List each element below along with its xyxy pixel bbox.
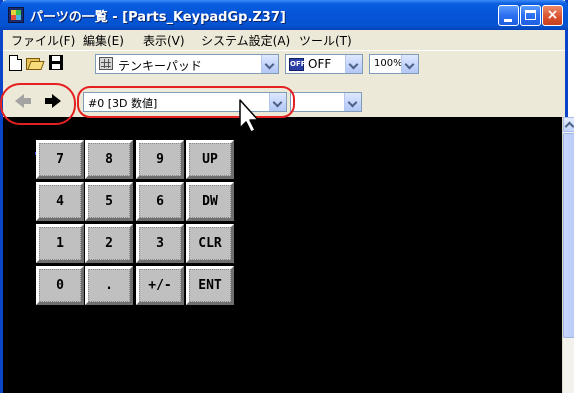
- menu-file[interactable]: ファイル(F): [11, 32, 75, 49]
- minimize-button[interactable]: [498, 5, 519, 26]
- scroll-thumb[interactable]: [563, 133, 574, 338]
- zoom-value: 100%: [374, 58, 403, 69]
- keypad-key-up[interactable]: UP: [186, 140, 234, 179]
- keypad-key-sign[interactable]: +/-: [136, 266, 184, 305]
- off-state-icon: OFF: [289, 58, 306, 71]
- keypad-key-7[interactable]: 7: [36, 140, 84, 179]
- secondary-select[interactable]: [290, 92, 362, 112]
- key-label: 5: [105, 194, 113, 209]
- keypad-key-dot[interactable]: .: [85, 266, 133, 305]
- minimize-icon: [504, 19, 512, 22]
- key-label: 9: [156, 152, 164, 167]
- chevron-down-icon[interactable]: [345, 55, 362, 73]
- key-label: 7: [56, 152, 64, 167]
- chevron-down-icon[interactable]: [344, 93, 361, 111]
- key-label: 1: [56, 236, 64, 251]
- key-label: CLR: [198, 236, 222, 251]
- keypad-key-3[interactable]: 3: [136, 224, 184, 263]
- key-label: .: [105, 278, 113, 293]
- app-icon: [8, 7, 24, 23]
- save-icon[interactable]: [49, 55, 63, 70]
- keypad-key-0[interactable]: 0: [36, 266, 84, 305]
- menu-bar: ファイル(F) 編集(E) 表示(V) システム設定(A) ツール(T): [3, 30, 565, 49]
- menu-tools[interactable]: ツール(T): [299, 32, 352, 49]
- keypad-key-4[interactable]: 4: [36, 182, 84, 221]
- main-toolbar: テンキーパッド OFF OFF 100%: [3, 50, 565, 78]
- key-label: 3: [156, 236, 164, 251]
- keypad-key-dw[interactable]: DW: [186, 182, 234, 221]
- parts-type-select[interactable]: テンキーパッド: [95, 54, 279, 74]
- key-label: UP: [202, 152, 218, 167]
- keypad-key-2[interactable]: 2: [85, 224, 133, 263]
- menu-edit[interactable]: 編集(E): [83, 32, 124, 49]
- keypad-key-ent[interactable]: ENT: [186, 266, 234, 305]
- state-value: OFF: [308, 57, 332, 71]
- menu-system-settings[interactable]: システム設定(A): [201, 32, 290, 49]
- keypad-key-5[interactable]: 5: [85, 182, 133, 221]
- keypad-icon: [99, 57, 113, 70]
- state-select[interactable]: OFF OFF: [285, 54, 363, 74]
- keypad-key-9[interactable]: 9: [136, 140, 184, 179]
- key-label: 8: [105, 152, 113, 167]
- key-label: DW: [202, 194, 218, 209]
- key-label: 2: [105, 236, 113, 251]
- keypad-key-6[interactable]: 6: [136, 182, 184, 221]
- vertical-scrollbar[interactable]: [562, 117, 574, 393]
- scroll-up-arrow-icon[interactable]: [563, 117, 574, 132]
- key-label: 4: [56, 194, 64, 209]
- mouse-pointer-icon: [239, 99, 259, 133]
- app-window: パーツの一覧 - [Parts_KeypadGp.Z37] × ファイル(F) …: [0, 0, 568, 393]
- chevron-down-icon[interactable]: [261, 55, 278, 73]
- parts-type-value: テンキーパッド: [118, 59, 202, 73]
- key-label: 0: [56, 278, 64, 293]
- menu-view[interactable]: 表示(V): [143, 32, 185, 49]
- keypad-key-8[interactable]: 8: [85, 140, 133, 179]
- window-title: パーツの一覧 - [Parts_KeypadGp.Z37]: [30, 10, 286, 25]
- key-label: ENT: [198, 278, 222, 293]
- chevron-down-icon[interactable]: [401, 55, 418, 73]
- key-label: +/-: [148, 278, 172, 293]
- navigation-highlight: [0, 83, 76, 125]
- item-select-highlight: [77, 86, 295, 118]
- maximize-button[interactable]: [520, 5, 541, 26]
- maximize-icon: [525, 10, 536, 20]
- open-folder-icon[interactable]: [26, 56, 45, 70]
- title-bar[interactable]: パーツの一覧 - [Parts_KeypadGp.Z37] ×: [0, 0, 568, 30]
- close-button[interactable]: ×: [542, 5, 563, 26]
- key-label: 6: [156, 194, 164, 209]
- new-file-icon[interactable]: [9, 55, 22, 71]
- close-icon: ×: [546, 7, 559, 23]
- keypad-key-clr[interactable]: CLR: [186, 224, 234, 263]
- zoom-select[interactable]: 100%: [369, 54, 419, 74]
- keypad-key-1[interactable]: 1: [36, 224, 84, 263]
